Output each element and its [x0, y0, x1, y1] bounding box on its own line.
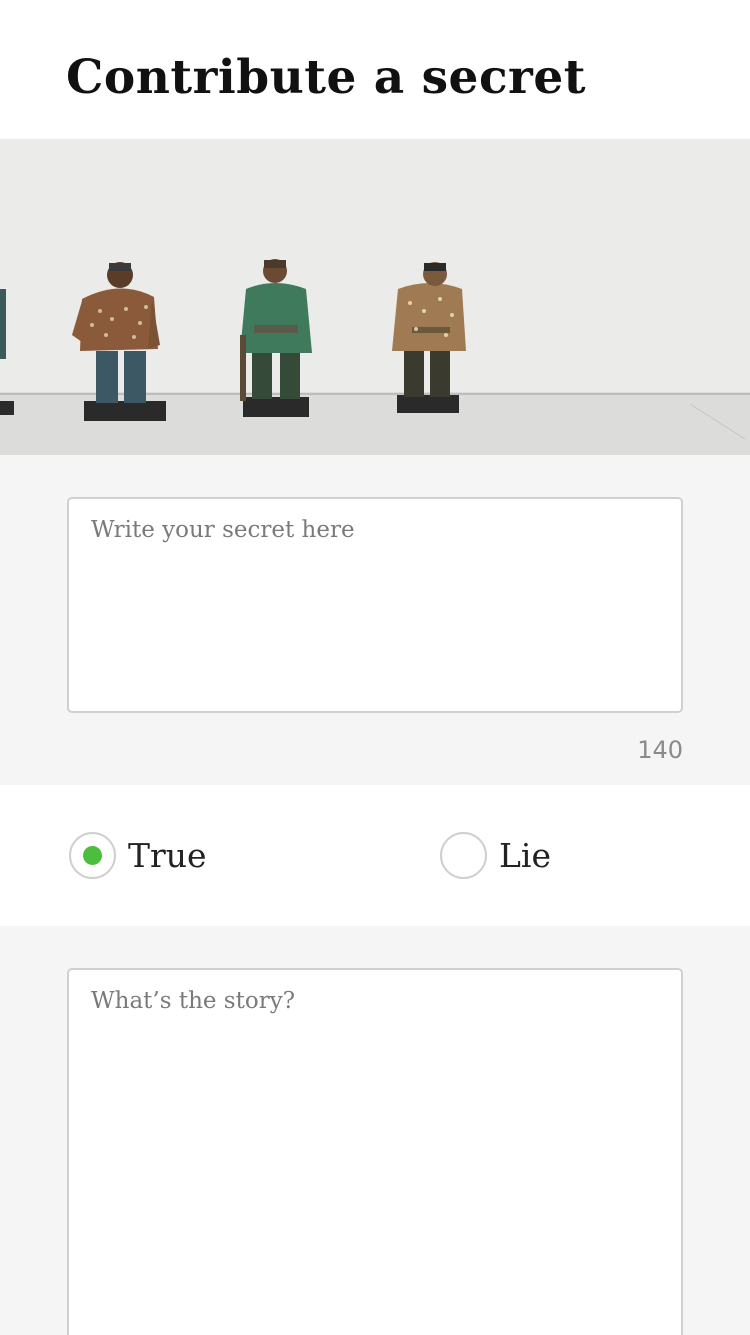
radio-selected-dot-icon: [83, 845, 102, 865]
radio-circle-checked-icon[interactable]: [69, 831, 116, 879]
radio-lie-label: Lie: [499, 835, 551, 875]
radio-true-label: True: [128, 835, 207, 875]
page-title: Contribute a secret: [66, 50, 586, 105]
truth-choice: True Lie: [0, 785, 750, 926]
story-input[interactable]: [67, 968, 683, 1335]
radio-lie[interactable]: Lie: [440, 831, 551, 879]
story-section: [0, 926, 750, 1335]
radio-true[interactable]: True: [69, 831, 207, 879]
header: Contribute a secret: [0, 0, 750, 139]
character-counter: 140: [637, 736, 683, 764]
secret-input[interactable]: [67, 497, 683, 713]
secret-section: 140: [0, 455, 750, 785]
hero-image: [0, 139, 750, 455]
figurines-photo: [0, 139, 750, 455]
radio-circle-unchecked-icon[interactable]: [440, 831, 487, 879]
